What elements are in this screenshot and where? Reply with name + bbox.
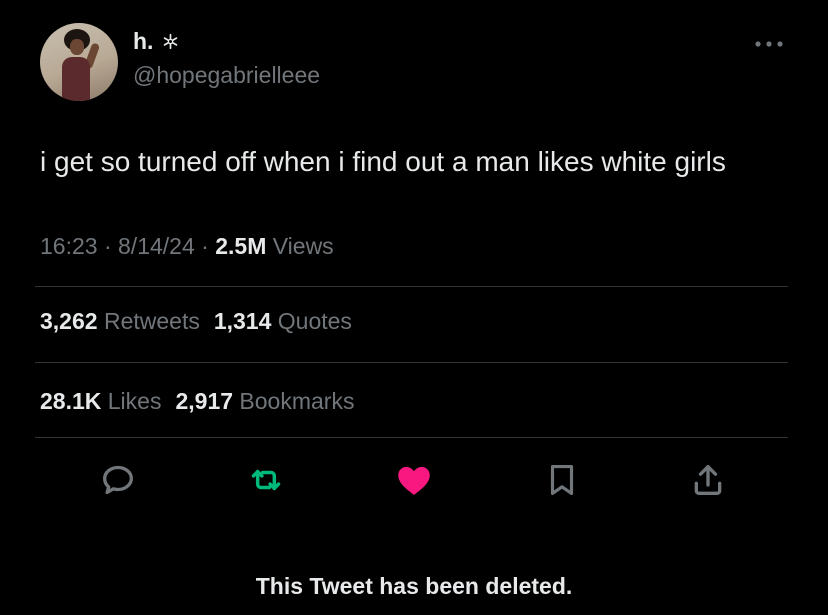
retweet-arrows-icon: [251, 469, 281, 491]
divider: [35, 437, 788, 438]
snowflake-icon: [163, 33, 178, 50]
more-options-icon[interactable]: [752, 34, 786, 54]
bookmark-icon: [550, 464, 574, 496]
user-handle[interactable]: @hopegabrielleee: [133, 62, 320, 89]
speech-bubble-icon: [103, 465, 133, 495]
tweet-meta: 16:23 · 8/14/24 · 2.5M Views: [40, 233, 334, 260]
heart-icon: [398, 466, 430, 495]
views-label: Views: [272, 233, 334, 259]
retweet-button[interactable]: [244, 458, 288, 502]
share-upload-icon: [694, 465, 722, 495]
share-button[interactable]: [686, 458, 730, 502]
likes-label: Likes: [107, 388, 162, 414]
bookmarks-count: 2,917: [175, 388, 234, 414]
engagement-stats-row-2: 28.1K Likes 2,917 Bookmarks: [40, 388, 354, 415]
quotes-count: 1,314: [213, 308, 272, 334]
like-button[interactable]: [392, 458, 436, 502]
display-name[interactable]: h.: [133, 28, 153, 55]
deleted-quote-notice: This Tweet has been deleted.: [255, 573, 573, 599]
quotes-stat[interactable]: 1,314 Quotes: [214, 308, 352, 334]
likes-stat[interactable]: 28.1K Likes: [40, 388, 161, 414]
retweets-stat[interactable]: 3,262 Retweets: [40, 308, 200, 334]
tweet-text: i get so turned off when i find out a ma…: [40, 146, 726, 177]
bookmarks-label: Bookmarks: [239, 388, 355, 414]
divider: [35, 286, 788, 287]
bookmark-button[interactable]: [540, 458, 584, 502]
avatar[interactable]: [40, 23, 118, 101]
engagement-stats-row-1: 3,262 Retweets 1,314 Quotes: [40, 308, 352, 335]
bookmarks-stat[interactable]: 2,917 Bookmarks: [175, 388, 354, 414]
quotes-label: Quotes: [277, 308, 352, 334]
retweets-label: Retweets: [103, 308, 200, 334]
views-count: 2.5M: [215, 233, 267, 259]
divider: [35, 362, 788, 363]
meta-separator: ·: [103, 233, 112, 259]
reply-button[interactable]: [96, 458, 140, 502]
tweet-date[interactable]: 8/14/24: [118, 233, 195, 259]
likes-count: 28.1K: [40, 388, 102, 414]
tweet-time[interactable]: 16:23: [40, 233, 98, 259]
meta-separator: ·: [201, 233, 209, 259]
retweets-count: 3,262: [40, 308, 98, 334]
